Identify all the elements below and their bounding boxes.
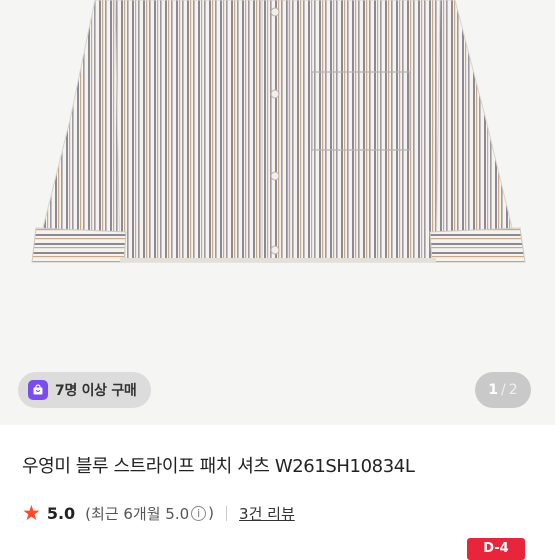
image-pager: 1 / 2 bbox=[475, 372, 531, 408]
product-image[interactable] bbox=[0, 0, 555, 425]
shopping-bag-icon bbox=[28, 380, 48, 400]
info-icon[interactable]: i bbox=[191, 505, 207, 521]
d-day-badge: D-4 bbox=[467, 538, 525, 560]
star-icon: ★ bbox=[22, 500, 41, 525]
purchase-count-chip[interactable]: 7명 이상 구매 bbox=[18, 372, 151, 408]
rating-score: 5.0 bbox=[46, 503, 76, 523]
divider bbox=[226, 505, 228, 521]
striped-shirt-image bbox=[31, 0, 526, 263]
pager-current: 1 bbox=[488, 382, 499, 398]
product-title: 우영미 블루 스트라이프 패치 셔츠 W261SH10834L bbox=[22, 456, 415, 477]
recent-rating: (최근 6개월 5.0 i ) bbox=[85, 503, 214, 524]
pager-total: 2 bbox=[508, 382, 518, 398]
recent-rating-close: ) bbox=[208, 504, 215, 522]
rating-row: ★ 5.0 (최근 6개월 5.0 i ) 3건 리뷰 bbox=[22, 500, 295, 526]
purchase-count-label: 7명 이상 구매 bbox=[55, 383, 137, 399]
recent-rating-text: (최근 6개월 5.0 bbox=[85, 504, 190, 523]
pager-separator: / bbox=[501, 382, 506, 398]
review-count-link[interactable]: 3건 리뷰 bbox=[239, 503, 295, 524]
